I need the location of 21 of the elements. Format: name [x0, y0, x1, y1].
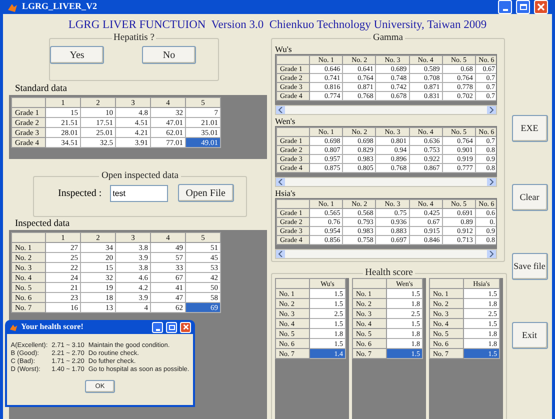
group-title: Open inspected data	[100, 171, 180, 181]
button[interactable]: Open File	[178, 184, 234, 202]
section-label: Wen's	[275, 116, 296, 126]
group-title: Health score	[364, 268, 414, 278]
button[interactable]: Clear	[512, 184, 548, 211]
field-label: Inspected :	[58, 186, 102, 200]
section-label: Wu's	[275, 44, 293, 54]
button[interactable]: Exit	[512, 322, 548, 349]
app-heading: LGRG LIVER FUNCTUION Version 3.0 Chienkuo Technology University, Taiwan 2009	[67, 18, 488, 32]
file-name-field[interactable]: test	[110, 184, 168, 202]
window-title: LGRG_LIVER_V2	[22, 0, 98, 14]
group-title: Hepatitis ?	[112, 33, 156, 43]
section-label: Standard data	[15, 84, 67, 95]
dialog-title: Your health score!	[21, 321, 84, 333]
button[interactable]: No	[142, 46, 196, 64]
group-title: Gamma	[372, 33, 404, 43]
button[interactable]: EXE	[512, 115, 548, 142]
button[interactable]: Yes	[50, 46, 104, 64]
section-label: Hsia's	[275, 188, 296, 198]
section-label: Inspected data	[15, 219, 70, 230]
button[interactable]: Save file	[512, 253, 548, 280]
